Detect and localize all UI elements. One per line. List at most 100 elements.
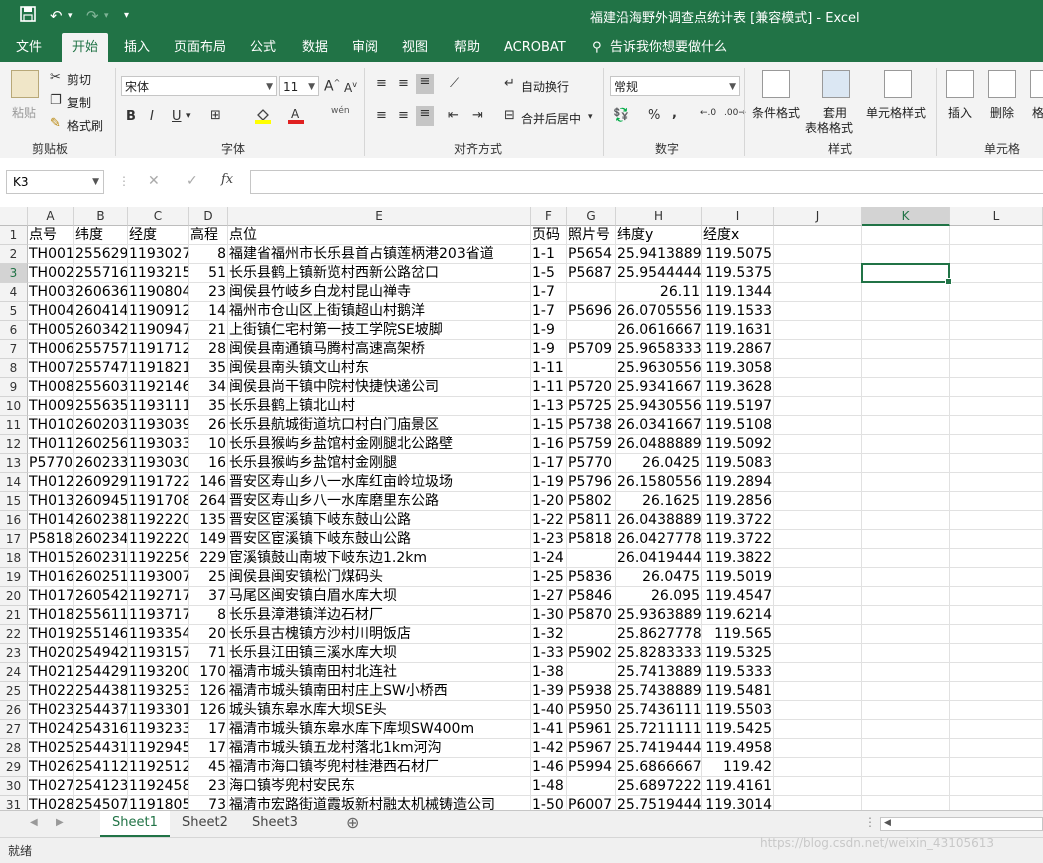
cell-g21[interactable]: P5870	[567, 606, 616, 625]
row-header[interactable]: 28	[0, 739, 28, 758]
cell-h3[interactable]: 25.9544444	[616, 264, 702, 283]
cell-i13[interactable]: 119.5083	[702, 454, 774, 473]
cell-j17[interactable]	[774, 530, 862, 549]
cell-k4[interactable]	[862, 283, 950, 302]
cell-e11[interactable]: 长乐县航城街道坑口村白门庙景区	[228, 416, 531, 435]
cell-b14[interactable]: 260929	[74, 473, 128, 492]
cell-b29[interactable]: 254112	[74, 758, 128, 777]
cell-i9[interactable]: 119.3628	[702, 378, 774, 397]
cell-e19[interactable]: 闽侯县闽安镇松门煤码头	[228, 568, 531, 587]
cell-f21[interactable]: 1-30	[531, 606, 567, 625]
cell-l31[interactable]	[950, 796, 1043, 810]
cell-e8[interactable]: 闽侯县南头镇文山村东	[228, 359, 531, 378]
cell-k18[interactable]	[862, 549, 950, 568]
tab-data[interactable]: 数据	[298, 33, 332, 62]
cell-j4[interactable]	[774, 283, 862, 302]
cell-c16[interactable]: 1192220	[128, 511, 189, 530]
cell-f15[interactable]: 1-20	[531, 492, 567, 511]
merge-center-button[interactable]: 合并后居中	[521, 110, 581, 127]
number-format-select[interactable]: 常规 ▼	[610, 76, 740, 96]
cell-k15[interactable]	[862, 492, 950, 511]
insert-cells-icon[interactable]	[946, 70, 974, 98]
cell-a25[interactable]: TH022	[28, 682, 74, 701]
cell-d8[interactable]: 35	[189, 359, 228, 378]
row-header[interactable]: 31	[0, 796, 28, 810]
cell-b30[interactable]: 254123	[74, 777, 128, 796]
cell-a24[interactable]: TH021	[28, 663, 74, 682]
fill-handle[interactable]	[945, 278, 952, 285]
column-header-i[interactable]: I	[702, 207, 774, 226]
cell-g20[interactable]: P5846	[567, 587, 616, 606]
cell-i19[interactable]: 119.5019	[702, 568, 774, 587]
cell-styles-icon[interactable]	[884, 70, 912, 98]
increase-decimal-icon[interactable]: ←.0	[700, 108, 716, 118]
cell-e14[interactable]: 晋安区寿山乡八一水库红亩岭垃圾场	[228, 473, 531, 492]
column-header-f[interactable]: F	[531, 207, 567, 226]
cell-d26[interactable]: 126	[189, 701, 228, 720]
cell-f2[interactable]: 1-1	[531, 245, 567, 264]
cell-e13[interactable]: 长乐县猴屿乡盐馆村金刚腿	[228, 454, 531, 473]
cell-f22[interactable]: 1-32	[531, 625, 567, 644]
cell-j28[interactable]	[774, 739, 862, 758]
cell-e12[interactable]: 长乐县猴屿乡盐馆村金刚腿北公路壁	[228, 435, 531, 454]
cell-styles-button[interactable]: 单元格样式	[866, 104, 926, 121]
cell-l15[interactable]	[950, 492, 1043, 511]
cell-h22[interactable]: 25.8627778	[616, 625, 702, 644]
cell-d28[interactable]: 17	[189, 739, 228, 758]
cell-d22[interactable]: 20	[189, 625, 228, 644]
cell-i29[interactable]: 119.42	[702, 758, 774, 777]
name-box[interactable]: K3 ▼	[6, 170, 104, 194]
row-header[interactable]: 30	[0, 777, 28, 796]
cell-f9[interactable]: 1-11	[531, 378, 567, 397]
tab-insert[interactable]: 插入	[120, 33, 154, 62]
row-header[interactable]: 24	[0, 663, 28, 682]
cell-j12[interactable]	[774, 435, 862, 454]
cell-k6[interactable]	[862, 321, 950, 340]
cell-l5[interactable]	[950, 302, 1043, 321]
cell-d27[interactable]: 17	[189, 720, 228, 739]
cell-j18[interactable]	[774, 549, 862, 568]
cell-d30[interactable]: 23	[189, 777, 228, 796]
row-header[interactable]: 8	[0, 359, 28, 378]
copy-button[interactable]: 复制	[67, 94, 91, 111]
percent-button[interactable]: %	[648, 108, 660, 123]
cell-j6[interactable]	[774, 321, 862, 340]
column-header-h[interactable]: H	[616, 207, 702, 226]
row-header[interactable]: 20	[0, 587, 28, 606]
cell-d18[interactable]: 229	[189, 549, 228, 568]
cell-a4[interactable]: TH003	[28, 283, 74, 302]
cell-b11[interactable]: 260203	[74, 416, 128, 435]
format-as-table-icon[interactable]	[822, 70, 850, 98]
row-header[interactable]: 3	[0, 264, 28, 283]
row-header[interactable]: 5	[0, 302, 28, 321]
currency-icon[interactable]: 💱	[613, 108, 629, 123]
cell-c25[interactable]: 1193253	[128, 682, 189, 701]
cell-i11[interactable]: 119.5108	[702, 416, 774, 435]
sheet-tab-sheet2[interactable]: Sheet2	[170, 811, 240, 835]
tab-acrobat[interactable]: ACROBAT	[500, 33, 570, 62]
cell-e5[interactable]: 福州市仓山区上街镇超山村鹅洋	[228, 302, 531, 321]
row-header[interactable]: 14	[0, 473, 28, 492]
cell-c14[interactable]: 1191722	[128, 473, 189, 492]
cell-b17[interactable]: 260234	[74, 530, 128, 549]
cell-f30[interactable]: 1-48	[531, 777, 567, 796]
cell-c3[interactable]: 1193215	[128, 264, 189, 283]
cell-a26[interactable]: TH023	[28, 701, 74, 720]
cell-i24[interactable]: 119.5333	[702, 663, 774, 682]
cell-j13[interactable]	[774, 454, 862, 473]
cell-i1[interactable]: 经度x	[702, 226, 774, 245]
cell-k25[interactable]	[862, 682, 950, 701]
cell-h26[interactable]: 25.7436111	[616, 701, 702, 720]
row-header[interactable]: 4	[0, 283, 28, 302]
cell-d17[interactable]: 149	[189, 530, 228, 549]
cell-c1[interactable]: 经度	[128, 226, 189, 245]
cell-e18[interactable]: 宦溪镇鼓山南坡下岐东边1.2km	[228, 549, 531, 568]
name-box-dropdown-icon[interactable]: ▼	[92, 171, 99, 193]
cell-f8[interactable]: 1-11	[531, 359, 567, 378]
column-header-k[interactable]: K	[862, 207, 950, 226]
cell-d9[interactable]: 34	[189, 378, 228, 397]
cell-h28[interactable]: 25.7419444	[616, 739, 702, 758]
cell-l2[interactable]	[950, 245, 1043, 264]
cell-c21[interactable]: 1193717	[128, 606, 189, 625]
increase-indent-icon[interactable]: ⇥	[472, 108, 483, 123]
